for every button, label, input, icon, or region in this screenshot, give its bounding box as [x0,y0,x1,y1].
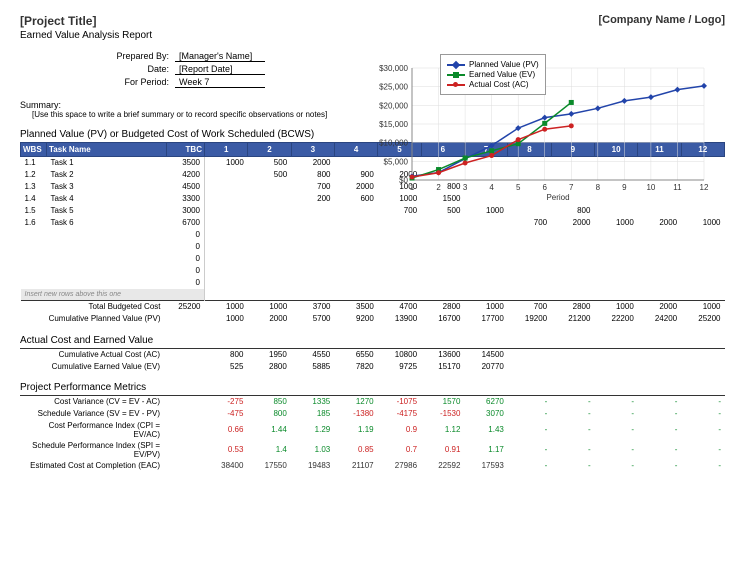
svg-text:3: 3 [463,183,468,192]
col-header: WBS [21,143,47,157]
table-row: 0 [21,229,725,241]
metrics-section-title: Project Performance Metrics [20,382,725,393]
acev-label: Cumulative Actual Cost (AC) [20,348,166,360]
col-header: Task Name [47,143,167,157]
legend-pv: Planned Value (PV) [469,60,539,69]
date-value[interactable]: [Report Date] [175,64,265,75]
ev-chart: Planned Value (PV) Earned Value (EV) Act… [370,62,710,202]
svg-text:9: 9 [622,183,627,192]
col-header: 2 [248,143,291,157]
svg-text:2: 2 [436,183,441,192]
svg-text:$5,000: $5,000 [384,157,409,166]
svg-text:$25,000: $25,000 [379,83,408,92]
prepared-by-label: Prepared By: [20,51,175,62]
col-header: TBC [167,143,205,157]
table-row: 0 [21,253,725,265]
summary-label: Summary: [20,100,340,110]
svg-text:5: 5 [516,183,521,192]
svg-text:11: 11 [673,183,682,192]
metric-label: Cost Performance Index (CPI = EV/AC) [20,420,166,440]
svg-text:Period: Period [546,193,569,202]
diamond-icon [447,64,465,66]
summary-text[interactable]: [Use this space to write a brief summary… [20,110,340,119]
square-icon [447,74,465,76]
col-header: 1 [205,143,248,157]
legend-ev: Earned Value (EV) [469,70,535,79]
table-row: 0 [21,277,725,289]
acev-table: Cumulative Actual Cost (AC)8001950455065… [20,348,725,373]
chart-legend: Planned Value (PV) Earned Value (EV) Act… [440,54,546,95]
svg-text:$10,000: $10,000 [379,139,408,148]
metric-label: Estimated Cost at Completion (EAC) [20,460,166,472]
circle-icon [447,84,465,86]
svg-text:12: 12 [700,183,709,192]
table-row: 1.5Task 530007005001000800 [21,205,725,217]
project-title: [Project Title] [20,14,152,28]
report-subtitle: Earned Value Analysis Report [20,30,152,41]
svg-text:4: 4 [489,183,494,192]
svg-text:1: 1 [410,183,415,192]
period-label: For Period: [20,77,175,88]
svg-text:$30,000: $30,000 [379,64,408,73]
prepared-by-value[interactable]: [Manager's Name] [175,51,265,62]
table-row: 0 [21,241,725,253]
svg-text:8: 8 [596,183,601,192]
svg-text:6: 6 [543,183,548,192]
table-row: 1.6Task 667007002000100020001000 [21,217,725,229]
metric-label: Cost Variance (CV = EV - AC) [20,396,166,408]
acev-section-title: Actual Cost and Earned Value [20,335,725,346]
svg-text:10: 10 [646,183,655,192]
svg-text:$20,000: $20,000 [379,101,408,110]
period-value[interactable]: Week 7 [175,77,265,88]
legend-ac: Actual Cost (AC) [469,80,529,89]
svg-text:$0: $0 [399,176,408,185]
date-label: Date: [20,64,175,75]
metric-label: Schedule Variance (SV = EV - PV) [20,408,166,420]
table-row: 0 [21,265,725,277]
col-header: 3 [291,143,334,157]
svg-text:$15,000: $15,000 [379,120,408,129]
total-label: Cumulative Planned Value (PV) [21,313,167,325]
svg-text:7: 7 [569,183,574,192]
acev-label: Cumulative Earned Value (EV) [20,360,166,372]
company-logo-text: [Company Name / Logo] [598,14,725,41]
metric-label: Schedule Performance Index (SPI = EV/PV) [20,440,166,460]
total-label: Total Budgeted Cost [21,301,167,313]
metrics-table: Cost Variance (CV = EV - AC)-27585013351… [20,395,725,472]
